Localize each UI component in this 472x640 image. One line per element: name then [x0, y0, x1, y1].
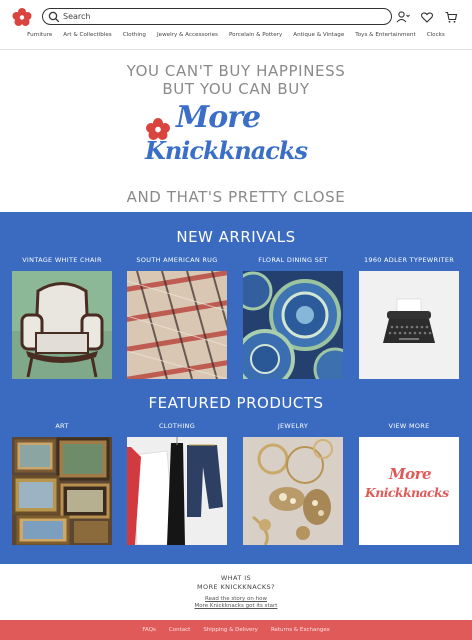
wishlist-heart-icon[interactable]: [420, 9, 434, 23]
hero-tagline-1: YOU CAN'T BUY HAPPINESS: [126, 62, 346, 80]
site-header: Furniture Art & Collectibles Clothing Je…: [0, 0, 472, 50]
about-story-link-1[interactable]: Read the story on how: [0, 596, 472, 603]
clothing-image[interactable]: [127, 437, 227, 545]
view-more-logo-more: More: [389, 465, 432, 483]
nav-jewelry-accessories[interactable]: Jewelry & Accessories: [157, 32, 218, 38]
art-image[interactable]: [12, 437, 112, 545]
floral-dining-set-image[interactable]: [243, 271, 343, 379]
view-more-tile[interactable]: More Knickknacks: [359, 437, 459, 545]
product-label: SOUTH AMERICAN RUG: [136, 256, 218, 264]
hero-tagline-3: AND THAT'S PRETTY CLOSE: [126, 188, 346, 206]
featured-card-clothing[interactable]: CLOTHING: [127, 422, 227, 545]
product-card-dining-set[interactable]: FLORAL DINING SET: [243, 256, 343, 379]
search-input[interactable]: [63, 9, 383, 23]
nav-clocks[interactable]: Clocks: [427, 32, 445, 38]
nav-porcelain-pottery[interactable]: Porcelain & Pottery: [229, 32, 282, 38]
adler-typewriter-image[interactable]: [359, 271, 459, 379]
featured-label: ART: [55, 422, 69, 430]
footer-link-contact[interactable]: Contact: [169, 627, 190, 633]
featured-card-view-more[interactable]: VIEW MORE More Knickknacks: [359, 422, 459, 545]
product-card-chair[interactable]: VINTAGE WHITE CHAIR: [12, 256, 112, 379]
view-more-logo-knickknacks: Knickknacks: [365, 485, 449, 500]
featured-card-art[interactable]: ART: [12, 422, 112, 545]
featured-label: JEWELRY: [277, 422, 309, 430]
account-icon[interactable]: [396, 9, 410, 23]
search-bar[interactable]: [42, 8, 392, 25]
brand-more-text: More: [176, 100, 261, 135]
south-american-rug-image[interactable]: [127, 271, 227, 379]
footer-link-faqs[interactable]: FAQs: [142, 627, 156, 633]
about-heading-2: MORE KNICKKNACKS?: [197, 583, 275, 591]
product-card-typewriter[interactable]: 1960 ADLER TYPEWRITER: [359, 256, 459, 379]
nav-toys-entertainment[interactable]: Toys & Entertainment: [355, 32, 415, 38]
header-icons: [396, 9, 458, 23]
brand-knickknacks-text: Knickknacks: [145, 136, 308, 165]
featured-label: CLOTHING: [158, 422, 196, 430]
new-arrivals-title: NEW ARRIVALS: [176, 228, 296, 246]
product-card-rug[interactable]: SOUTH AMERICAN RUG: [127, 256, 227, 379]
nav-furniture[interactable]: Furniture: [27, 32, 52, 38]
hero-tagline-2: BUT YOU CAN BUY: [162, 80, 310, 98]
jewelry-image[interactable]: [243, 437, 343, 545]
footer-bar: FAQs Contact Shipping & Delivery Returns…: [0, 620, 472, 640]
featured-card-jewelry[interactable]: JEWELRY: [243, 422, 343, 545]
featured-products-title: FEATURED PRODUCTS: [148, 394, 324, 412]
cart-icon[interactable]: [444, 9, 458, 23]
product-label: VINTAGE WHITE CHAIR: [22, 256, 102, 264]
product-label: 1960 ADLER TYPEWRITER: [363, 256, 455, 264]
vintage-chair-image[interactable]: [12, 271, 112, 379]
nav-antique-vintage[interactable]: Antique & Vintage: [293, 32, 344, 38]
footer-link-returns[interactable]: Returns & Exchanges: [271, 627, 330, 633]
search-icon: [48, 11, 60, 23]
about-heading-1: WHAT IS: [220, 574, 252, 582]
nav-art-collectibles[interactable]: Art & Collectibles: [63, 32, 111, 38]
about-story-link-2[interactable]: More Knickknacks got its start: [0, 603, 472, 610]
brand-logo: More Knickknacks: [0, 100, 472, 184]
category-nav: Furniture Art & Collectibles Clothing Je…: [0, 32, 472, 38]
product-label: FLORAL DINING SET: [258, 256, 328, 264]
flower-logo-icon[interactable]: [12, 8, 32, 26]
featured-label: VIEW MORE: [388, 422, 430, 430]
nav-clothing[interactable]: Clothing: [123, 32, 146, 38]
about-section: WHAT IS MORE KNICKKNACKS? Read the story…: [0, 574, 472, 610]
footer-link-shipping[interactable]: Shipping & Delivery: [203, 627, 258, 633]
